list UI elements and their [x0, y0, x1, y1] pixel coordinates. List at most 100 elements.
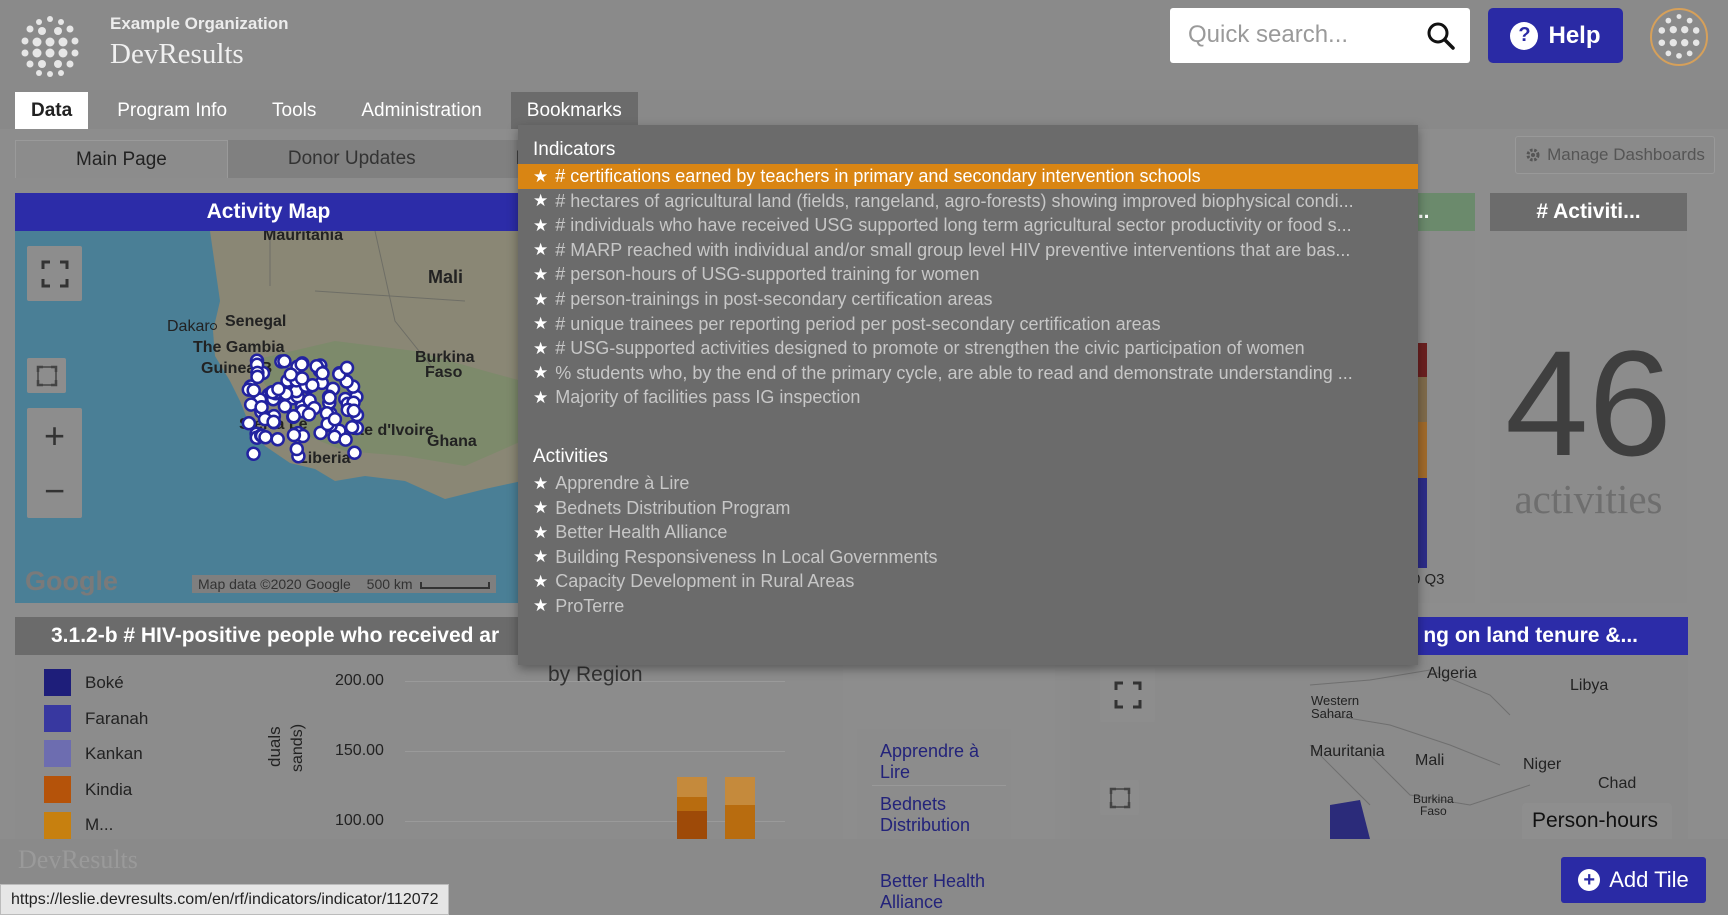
- bookmark-indicator-item[interactable]: ★ # hectares of agricultural land (fields…: [518, 189, 1418, 214]
- nav-item-program-info[interactable]: Program Info: [101, 92, 243, 129]
- bookmark-activity-item[interactable]: ★ Capacity Development in Rural Areas: [518, 569, 1418, 594]
- activity-marker: [294, 357, 309, 372]
- zoom-out-button[interactable]: −: [44, 463, 65, 518]
- activity-map[interactable]: Mauritania Mali Dakar Senegal The Gambia…: [15, 231, 522, 603]
- tile-title: # Activiti...: [1490, 193, 1687, 231]
- star-icon: ★: [533, 240, 549, 260]
- bookmark-indicator-item[interactable]: ★ # USG-supported activities designed to …: [518, 336, 1418, 361]
- map-label-algeria: Algeria: [1427, 665, 1477, 682]
- nav-item-tools[interactable]: Tools: [256, 92, 332, 129]
- legend-label: Kindia: [85, 779, 133, 799]
- legend-swatch: [44, 669, 71, 696]
- gear-icon: [1526, 148, 1540, 162]
- legend-item[interactable]: M...: [44, 811, 113, 839]
- fullscreen-icon: [1114, 681, 1141, 708]
- app-header: Example Organization DevResults ? Help: [0, 0, 1728, 90]
- bookmark-label: Capacity Development in Rural Areas: [555, 571, 855, 591]
- activity-link[interactable]: Better Health Alliance: [880, 871, 1020, 913]
- bookmark-label: # MARP reached with individual and/or sm…: [555, 239, 1351, 260]
- activity-markers[interactable]: [15, 231, 522, 603]
- land-tenure-map[interactable]: Algeria Libya Western Sahara Mauritania …: [1070, 655, 1688, 839]
- y-tick: 100.00: [335, 812, 384, 829]
- star-icon: ★: [533, 166, 549, 186]
- star-icon: ★: [533, 473, 549, 493]
- bar-segment: [677, 797, 707, 811]
- bookmark-indicator-item[interactable]: ★ # individuals who have received USG sup…: [518, 213, 1418, 238]
- bookmark-activity-item[interactable]: ★ ProTerre: [518, 594, 1418, 619]
- add-tile-button[interactable]: + Add Tile: [1561, 857, 1706, 903]
- chart-subtitle: by Region: [548, 663, 643, 686]
- map-attribution[interactable]: Map data ©2020 Google 500 km: [192, 575, 497, 593]
- search-input[interactable]: [1188, 18, 1408, 52]
- bookmark-indicator-item[interactable]: ★ # person-hours of USG-supported trainin…: [518, 262, 1418, 287]
- logo-globe-icon[interactable]: [17, 13, 83, 79]
- bar-segment: [677, 811, 707, 839]
- bookmark-activity-item[interactable]: ★ Bednets Distribution Program: [518, 496, 1418, 521]
- activity-marker: [346, 403, 362, 419]
- legend-item[interactable]: Kindia: [44, 776, 132, 803]
- nav-item-data[interactable]: Data: [15, 92, 89, 129]
- nav-item-administration[interactable]: Administration: [345, 92, 497, 129]
- expand-icon: [1109, 787, 1130, 808]
- main-nav: Data Program Info Tools Administration B…: [0, 92, 651, 129]
- activities-count: 46: [1505, 319, 1672, 487]
- nav-item-bookmarks[interactable]: Bookmarks: [510, 92, 638, 129]
- activity-marker: [327, 411, 343, 427]
- map-label-mali: Mali: [1415, 752, 1445, 769]
- star-icon: ★: [533, 571, 549, 591]
- app-name: DevResults: [110, 38, 244, 70]
- y-axis-label: duals: [265, 726, 284, 767]
- legend-item[interactable]: Kankan: [44, 740, 143, 767]
- activity-link[interactable]: Apprendre à Lire: [880, 741, 1000, 783]
- bookmark-label: # person-hours of USG-supported training…: [555, 264, 980, 285]
- tab-main-page[interactable]: Main Page: [15, 140, 228, 178]
- bookmark-indicator-item[interactable]: ★ % students who, by the end of the prima…: [518, 361, 1418, 386]
- manage-dashboards-button[interactable]: Manage Dashboards: [1515, 136, 1715, 174]
- bookmark-indicator-item[interactable]: ★ Majority of facilities pass IG inspecti…: [518, 385, 1418, 410]
- bookmark-indicator-item[interactable]: ★ # unique trainees per reporting period …: [518, 312, 1418, 337]
- bookmark-indicator-item[interactable]: ★ # MARP reached with individual and/or s…: [518, 238, 1418, 263]
- bar-segment: [725, 777, 755, 805]
- user-avatar[interactable]: [1650, 8, 1708, 66]
- fullscreen-button[interactable]: [27, 246, 82, 301]
- bookmark-label: Building Responsiveness In Local Governm…: [555, 546, 938, 567]
- activities-count-tile: # Activiti... 46 activities: [1490, 193, 1687, 603]
- search-icon[interactable]: [1426, 21, 1456, 51]
- scale-bar: [420, 582, 491, 589]
- activity-marker: [266, 414, 281, 430]
- help-button[interactable]: ? Help: [1488, 8, 1623, 63]
- legend-item[interactable]: Boké: [44, 669, 124, 696]
- bookmark-label: # hectares of agricultural land (fields,…: [555, 190, 1354, 211]
- bookmark-indicator-item[interactable]: ★ # certifications earned by teachers in …: [518, 164, 1418, 189]
- star-icon: ★: [533, 596, 549, 615]
- bookmarks-section-indicators: Indicators: [533, 139, 616, 160]
- star-icon: ★: [533, 522, 549, 542]
- stacked-bar[interactable]: [725, 777, 755, 839]
- fullscreen-icon: [41, 260, 68, 287]
- legend-swatch: [44, 740, 71, 767]
- bookmark-activity-item[interactable]: ★ Building Responsiveness In Local Govern…: [518, 545, 1418, 570]
- fullscreen-button[interactable]: [1100, 667, 1155, 722]
- bookmark-indicator-item[interactable]: ★ # person-trainings in post-secondary ce…: [518, 287, 1418, 312]
- legend-item[interactable]: Faranah: [44, 705, 148, 732]
- tab-donor-updates[interactable]: Donor Updates: [227, 140, 476, 178]
- bookmark-activity-item[interactable]: ★ Better Health Alliance: [518, 520, 1418, 545]
- plus-circle-icon: +: [1578, 869, 1601, 891]
- bookmark-label: Apprendre à Lire: [555, 473, 690, 493]
- bookmark-activity-item[interactable]: ★ Apprendre à Lire: [518, 471, 1418, 496]
- zoom-in-button[interactable]: +: [44, 408, 65, 463]
- map-expand-button[interactable]: [1100, 780, 1139, 815]
- activity-marker: [322, 390, 337, 406]
- y-axis-label-unit: sands): [289, 723, 306, 772]
- star-icon: ★: [533, 498, 549, 517]
- bookmark-label: Majority of facilities pass IG inspectio…: [555, 387, 861, 408]
- activity-marker: [271, 381, 286, 397]
- map-attribution-text: Map data ©2020 Google: [198, 576, 351, 592]
- activity-marker: [289, 441, 305, 457]
- star-icon: ★: [533, 314, 549, 334]
- activity-marker: [301, 407, 317, 422]
- stacked-bar[interactable]: [677, 777, 707, 839]
- map-expand-button[interactable]: [27, 358, 66, 393]
- add-tile-label: Add Tile: [1609, 867, 1689, 892]
- star-icon: ★: [533, 547, 549, 566]
